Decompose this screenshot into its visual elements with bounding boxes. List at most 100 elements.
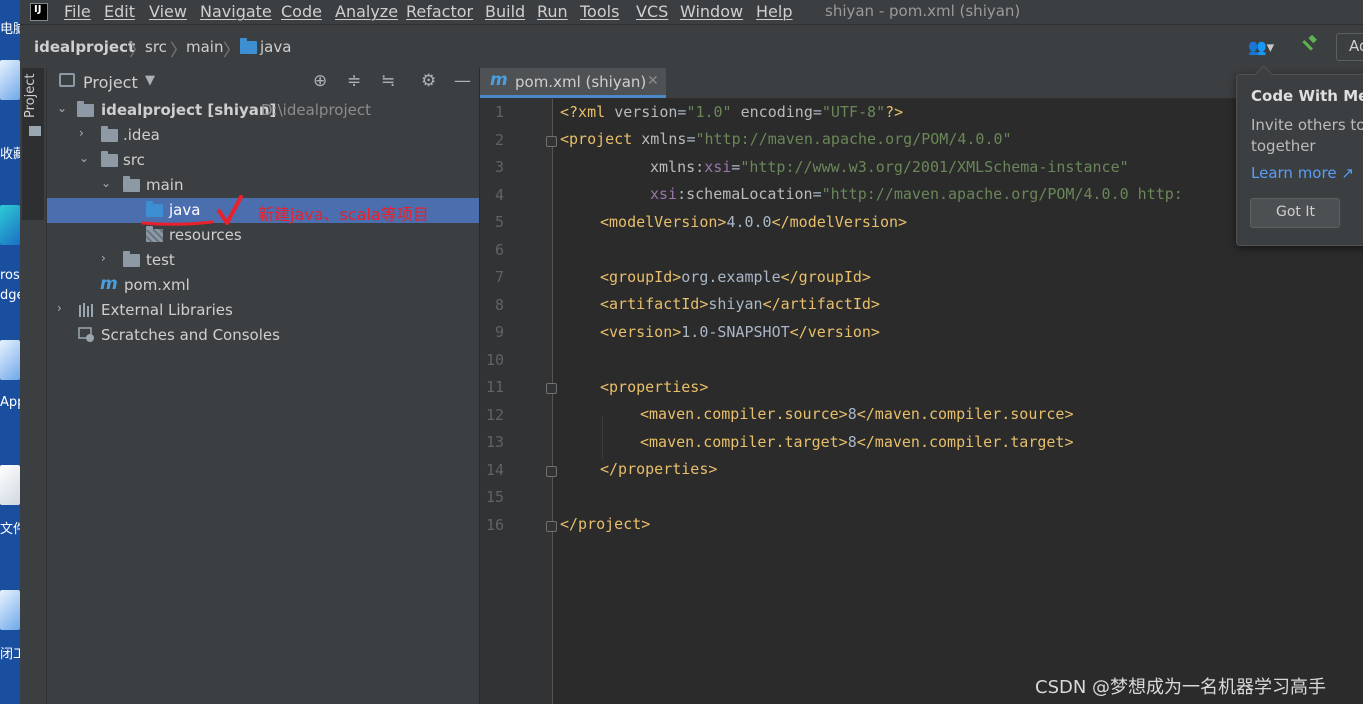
- line-number: 2: [494, 131, 504, 149]
- code-line-2: <project xmlns="http://maven.apache.org/…: [560, 130, 1012, 148]
- breadcrumb-src[interactable]: src: [145, 38, 167, 56]
- edge-icon[interactable]: [0, 205, 20, 245]
- menu-tools[interactable]: Tools: [580, 2, 619, 21]
- tree-label-test: test: [146, 251, 175, 269]
- desktop-label: 收藏: [0, 147, 20, 162]
- csdn-watermark: CSDN @梦想成为一名机器学习高手: [1035, 677, 1327, 698]
- code-line-7: <groupId>org.example</groupId>: [600, 268, 871, 286]
- fold-marker-icon[interactable]: [546, 136, 557, 147]
- chevron-down-icon[interactable]: ⌄: [57, 101, 67, 115]
- menu-view[interactable]: View: [149, 2, 187, 21]
- line-number: 5: [494, 213, 504, 231]
- menu-run[interactable]: Run: [537, 2, 568, 21]
- menu-build[interactable]: Build: [485, 2, 525, 21]
- red-underline-checkmark-annotation: [141, 195, 243, 226]
- gear-icon[interactable]: ⚙: [421, 71, 436, 91]
- tree-label-scratches: Scratches and Consoles: [101, 326, 280, 344]
- desktop-app-icon[interactable]: [0, 60, 20, 100]
- tree-label-src: src: [123, 151, 145, 169]
- desktop-label: 文件: [0, 522, 20, 537]
- desktop-label: App: [0, 395, 20, 410]
- tree-node-external-libraries[interactable]: › External Libraries: [47, 298, 479, 323]
- breadcrumb-java[interactable]: java: [260, 38, 291, 56]
- code-line-5: <modelVersion>4.0.0</modelVersion>: [600, 213, 908, 231]
- chevron-right-icon[interactable]: ›: [79, 126, 84, 140]
- tree-node-src[interactable]: ⌄ src: [47, 148, 479, 173]
- code-line-14: </properties>: [600, 460, 718, 478]
- tree-root-path: D:\idealproject: [261, 101, 371, 119]
- close-icon[interactable]: ✕: [647, 73, 659, 89]
- desktop-label: dge: [0, 288, 20, 303]
- menu-code[interactable]: Code: [281, 2, 322, 21]
- tool-window-strip: Project: [20, 68, 47, 704]
- code-line-11: <properties>: [600, 378, 709, 396]
- tree-node-resources[interactable]: resources: [47, 223, 479, 248]
- desktop-label: ros: [0, 268, 20, 283]
- menu-window[interactable]: Window: [680, 2, 743, 21]
- fold-marker-icon[interactable]: [546, 383, 557, 394]
- chevron-down-icon[interactable]: ▼: [145, 73, 155, 88]
- line-number: 8: [494, 296, 504, 314]
- fold-marker-icon[interactable]: [546, 466, 557, 477]
- breadcrumb-separator-icon: 〉: [170, 41, 187, 61]
- code-line-4: xsi:schemaLocation="http://maven.apache.…: [650, 185, 1183, 203]
- got-it-button[interactable]: Got It: [1250, 198, 1340, 228]
- project-panel-title[interactable]: Project: [83, 73, 138, 92]
- indent-guide: [602, 415, 603, 459]
- breadcrumb-idealproject[interactable]: idealproject: [34, 38, 135, 56]
- breadcrumb-main[interactable]: main: [186, 38, 223, 56]
- line-number: 9: [494, 323, 504, 341]
- learn-more-link[interactable]: Learn more ↗: [1251, 164, 1354, 182]
- line-number: 12: [485, 406, 504, 424]
- hide-panel-icon[interactable]: —: [454, 71, 471, 91]
- tree-node-test[interactable]: › test: [47, 248, 479, 273]
- line-number: 13: [485, 433, 504, 451]
- folder-icon: [101, 126, 118, 142]
- desktop-file-icon[interactable]: [0, 465, 20, 505]
- add-configuration-button[interactable]: Ad: [1336, 33, 1363, 61]
- tree-label-external-libraries: External Libraries: [101, 301, 233, 319]
- menu-refactor[interactable]: Refactor: [406, 2, 473, 21]
- scratches-icon: [78, 327, 94, 342]
- tree-node-java[interactable]: java 新建java、scala等项目: [47, 198, 479, 224]
- breadcrumb-separator-icon: 〉: [223, 41, 240, 61]
- code-line-13: <maven.compiler.target>8</maven.compiler…: [640, 433, 1074, 451]
- menu-bar: IJ File Edit View Navigate Code Analyze …: [20, 0, 1363, 24]
- menu-analyze[interactable]: Analyze: [335, 2, 398, 21]
- code-with-me-user-icon[interactable]: 👥▾: [1248, 38, 1274, 56]
- line-number: 16: [485, 516, 504, 534]
- line-number: 15: [485, 488, 504, 506]
- tree-node-scratches[interactable]: Scratches and Consoles: [47, 323, 479, 348]
- tree-node-main[interactable]: ⌄ main: [47, 173, 479, 198]
- tree-node-pom[interactable]: m pom.xml: [47, 273, 479, 298]
- chevron-down-icon[interactable]: ⌄: [79, 151, 89, 165]
- menu-edit[interactable]: Edit: [104, 2, 135, 21]
- menu-vcs[interactable]: VCS: [636, 2, 668, 21]
- build-hammer-icon[interactable]: [1300, 35, 1318, 53]
- chevron-right-icon[interactable]: ›: [101, 251, 106, 265]
- project-tool-window-tab[interactable]: Project: [22, 68, 44, 220]
- line-number: 4: [494, 186, 504, 204]
- tree-node-root[interactable]: ⌄ idealproject [shiyan] D:\idealproject: [47, 98, 479, 123]
- menu-help[interactable]: Help: [756, 2, 792, 21]
- desktop-app-icon[interactable]: [0, 340, 20, 380]
- collapse-all-icon[interactable]: ≒: [381, 71, 395, 91]
- code-line-12: <maven.compiler.source>8</maven.compiler…: [640, 405, 1074, 423]
- code-line-8: <artifactId>shiyan</artifactId>: [600, 295, 880, 313]
- window-title: shiyan - pom.xml (shiyan): [825, 2, 1021, 20]
- chevron-down-icon[interactable]: ⌄: [101, 176, 111, 190]
- locate-file-icon[interactable]: ⊕: [313, 71, 327, 91]
- line-number: 1: [494, 103, 504, 121]
- tree-node-idea[interactable]: › .idea: [47, 123, 479, 148]
- line-number: 10: [485, 351, 504, 369]
- desktop-app-icon[interactable]: [0, 590, 20, 630]
- menu-file[interactable]: File: [64, 2, 91, 21]
- expand-all-icon[interactable]: ≑: [347, 71, 361, 91]
- project-tool-window-label: Project: [23, 73, 38, 118]
- tree-label-pom: pom.xml: [124, 276, 190, 294]
- menu-navigate[interactable]: Navigate: [200, 2, 272, 21]
- tab-pom-xml[interactable]: m pom.xml (shiyan) ✕: [480, 68, 666, 98]
- folder-icon: [29, 126, 41, 136]
- fold-marker-icon[interactable]: [546, 521, 557, 532]
- chevron-right-icon[interactable]: ›: [57, 301, 62, 315]
